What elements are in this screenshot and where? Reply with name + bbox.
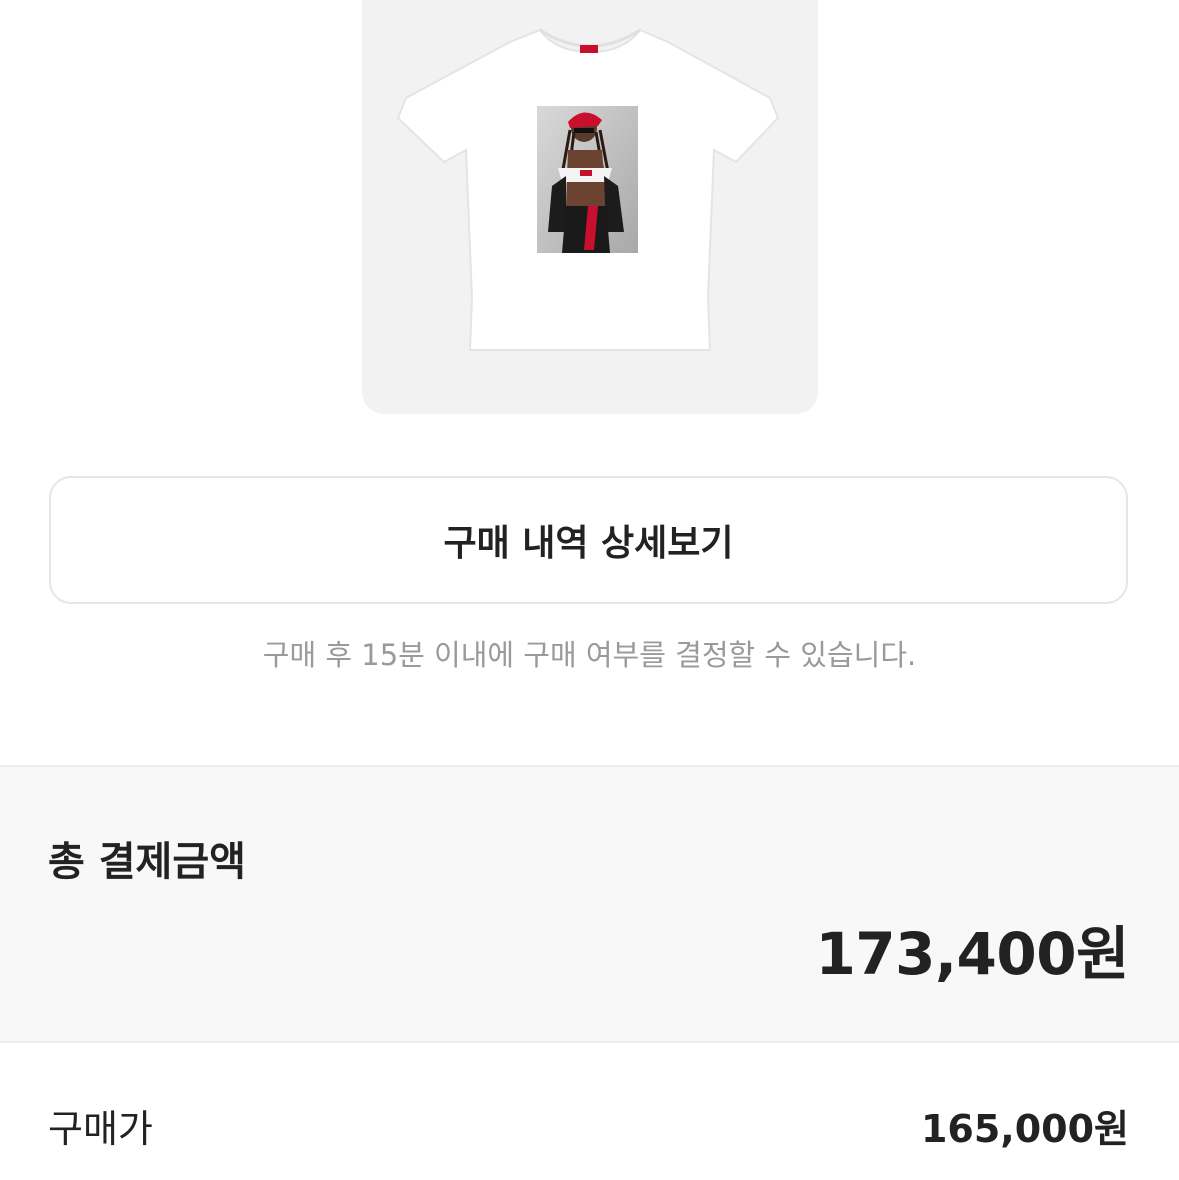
- purchase-history-button[interactable]: 구매 내역 상세보기: [49, 476, 1128, 604]
- total-payment-section: 총 결제금액 173,400원: [0, 765, 1179, 1043]
- product-image: [396, 28, 780, 351]
- decision-notice: 구매 후 15분 이내에 구매 여부를 결정할 수 있습니다.: [262, 638, 917, 672]
- purchase-price-value: 165,000원: [920, 1107, 1129, 1151]
- product-image-card[interactable]: [362, 0, 818, 414]
- purchase-price-row: 구매가 165,000원: [0, 1088, 1179, 1158]
- total-payment-label: 총 결제금액: [48, 839, 246, 885]
- purchase-history-label: 구매 내역 상세보기: [443, 523, 734, 564]
- total-payment-amount: 173,400원: [815, 920, 1129, 988]
- purchase-price-label: 구매가: [48, 1107, 153, 1151]
